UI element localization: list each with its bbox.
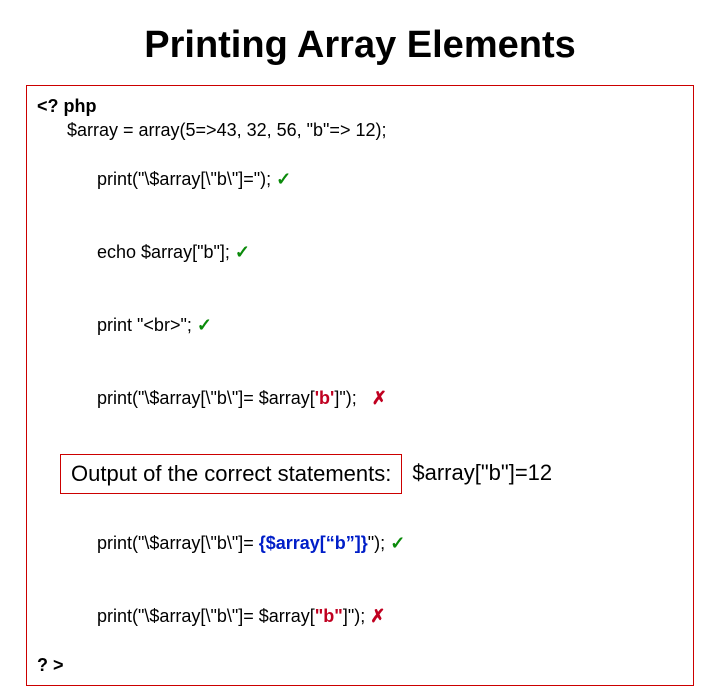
code-line-2: print("\$array[\"b\"]="); ✓ [37, 143, 683, 216]
output-row: Output of the correct statements: $array… [60, 454, 562, 494]
cross-icon: ✗ [370, 606, 385, 626]
code-text: ]"); [343, 606, 370, 626]
check-icon: ✓ [390, 533, 405, 553]
check-icon: ✓ [276, 169, 291, 189]
output-label: Output of the correct statements: [60, 454, 402, 494]
slide: Printing Array Elements <? php $array = … [0, 24, 720, 564]
curly-expr: {$array[“b”]} [259, 533, 368, 553]
code-text: ]"); [334, 388, 371, 408]
code-text: print("\$array[\"b\"]="); [97, 169, 276, 189]
code-text: print "<br>"; [97, 315, 197, 335]
code-text: print("\$array[\"b\"]= $array[ [97, 388, 315, 408]
slide-title: Printing Array Elements [0, 24, 720, 67]
code-text: "); [368, 533, 390, 553]
php-close: ? > [37, 653, 683, 677]
bad-quotes: 'b' [315, 388, 335, 408]
php-open: <? php [37, 94, 683, 118]
check-icon: ✓ [197, 315, 212, 335]
code-line-3: echo $array["b"]; ✓ [37, 215, 683, 288]
code-text: print("\$array[\"b\"]= $array[ [97, 606, 315, 626]
output-value: $array["b"]=12 [402, 454, 562, 494]
code-line-5: print("\$array[\"b\"]= $array['b']"); ✗ [37, 361, 683, 434]
check-icon: ✓ [235, 242, 250, 262]
code-box: <? php $array = array(5=>43, 32, 56, "b"… [26, 85, 694, 686]
bad-quotes: "b" [315, 606, 343, 626]
code-text: echo $array["b"]; [97, 242, 235, 262]
code-line-7: print("\$array[\"b\"]= {$array[“b”]}"); … [37, 507, 683, 580]
code-text: print("\$array[\"b\"]= [97, 533, 259, 553]
code-line-8: print("\$array[\"b\"]= $array["b"]"); ✗ [37, 580, 683, 653]
code-line-1: $array = array(5=>43, 32, 56, "b"=> 12); [37, 118, 683, 142]
cross-icon: ✗ [372, 388, 387, 408]
code-line-4: print "<br>"; ✓ [37, 288, 683, 361]
